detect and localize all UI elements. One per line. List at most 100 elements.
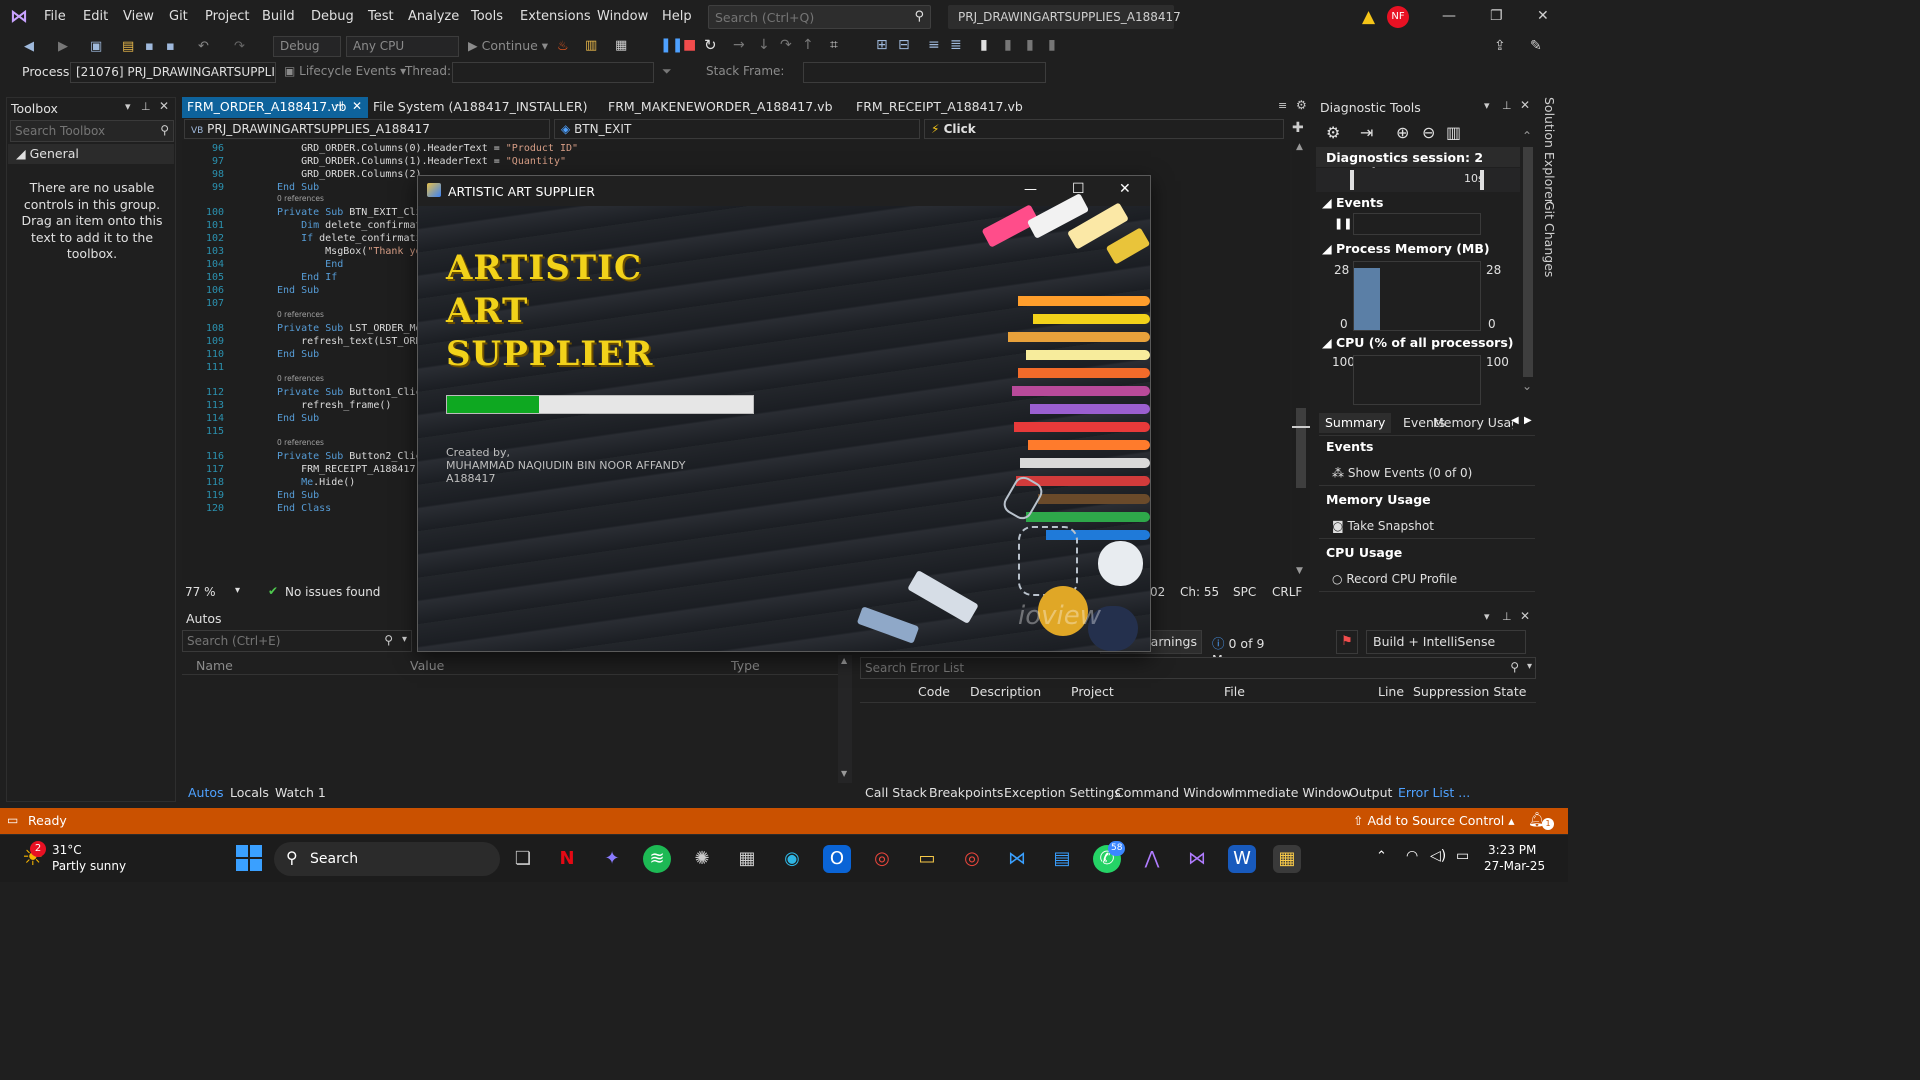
chrome-profile-icon[interactable]: ◎: [958, 845, 986, 873]
thread-dropdown[interactable]: [452, 62, 654, 83]
code-line[interactable]: End Sub: [277, 182, 319, 193]
pin-icon[interactable]: ⊥: [1502, 610, 1512, 623]
close-panel-icon[interactable]: ✕: [159, 99, 169, 113]
chrome-icon[interactable]: ◎: [868, 845, 896, 873]
spotify-icon[interactable]: ≋: [643, 845, 671, 873]
forward-icon[interactable]: ▶: [58, 39, 68, 54]
pause-events-icon[interactable]: ❚❚: [1334, 217, 1352, 230]
menu-analyze[interactable]: Analyze: [408, 9, 459, 24]
column-suppression-state[interactable]: Suppression State: [1413, 684, 1526, 699]
clock-date[interactable]: 27-Mar-25: [1484, 859, 1545, 873]
autos-search-box[interactable]: ⚲ ▾: [182, 630, 412, 652]
share-icon[interactable]: ⇪: [1494, 38, 1506, 54]
menu-tools[interactable]: Tools: [471, 9, 503, 24]
tab-exception-settings[interactable]: Exception Settings: [1004, 785, 1121, 800]
tab-file-system[interactable]: File System (A188417_INSTALLER): [368, 97, 592, 118]
reset-view-icon[interactable]: ▥: [1446, 123, 1461, 142]
weather-temp[interactable]: 31°C: [52, 843, 82, 857]
tab-memory-usage[interactable]: Memory Usag: [1433, 415, 1513, 430]
code-line[interactable]: End Sub: [277, 490, 319, 501]
zoom-level[interactable]: 77 %: [185, 585, 216, 599]
outlook-icon[interactable]: O: [823, 845, 851, 873]
autos-search-input[interactable]: [183, 631, 373, 651]
close-tab-icon[interactable]: ✕: [352, 99, 362, 113]
git-changes-tab[interactable]: Git Changes: [1542, 201, 1557, 277]
restore-icon[interactable]: ❐: [1490, 8, 1503, 24]
menu-window[interactable]: Window: [597, 9, 648, 24]
visual-studio-icon[interactable]: ⋈: [1183, 845, 1211, 873]
copilot-icon[interactable]: ✦: [598, 845, 626, 873]
close-panel-icon[interactable]: ✕: [1520, 609, 1530, 623]
search-icon[interactable]: ⚲: [160, 123, 169, 137]
tab-call-stack[interactable]: Call Stack: [865, 785, 927, 800]
panel-menu-icon[interactable]: ▾: [1484, 99, 1490, 112]
zoom-dropdown-icon[interactable]: ▾: [235, 585, 240, 596]
pin-icon[interactable]: ⊣: [334, 99, 344, 112]
column-code[interactable]: Code: [918, 684, 950, 699]
tab-breakpoints[interactable]: Breakpoints: [929, 785, 1003, 800]
search-icon[interactable]: ⚲: [914, 9, 924, 24]
column-project[interactable]: Project: [1071, 684, 1114, 699]
toolbox-search-input[interactable]: [11, 121, 146, 141]
splash-titlebar[interactable]: ARTISTIC ART SUPPLIER — ☐ ✕: [418, 176, 1150, 206]
code-line[interactable]: GRD_ORDER.Columns(2).: [277, 169, 427, 180]
warning-icon[interactable]: ▲: [1362, 7, 1375, 27]
show-events-link[interactable]: ⁂ Show Events (0 of 0): [1332, 466, 1472, 480]
references-codelens[interactable]: 0 references: [277, 194, 324, 203]
toolbox-search-box[interactable]: ⚲: [10, 120, 174, 142]
record-cpu-button[interactable]: ○ Record CPU Profile: [1332, 572, 1457, 586]
timeline-start-handle[interactable]: [1350, 170, 1354, 190]
uncomment-icon[interactable]: ≣: [950, 37, 962, 53]
visual-studio-logo-icon[interactable]: ⋈: [10, 6, 32, 28]
threads-icon[interactable]: ⊞: [876, 37, 888, 53]
windows-start-icon[interactable]: [236, 845, 262, 871]
messages-filter-button[interactable]: ⓘ 0 of 9 Messages: [1208, 630, 1332, 667]
split-icon[interactable]: ✚: [1292, 120, 1304, 136]
code-line[interactable]: End: [277, 259, 343, 270]
filter-threads-icon[interactable]: ⏷: [662, 64, 672, 79]
build-intellisense-dropdown[interactable]: Build + IntelliSense: [1366, 630, 1526, 654]
screenshot-icon[interactable]: ▦: [615, 38, 627, 53]
scroll-down-icon[interactable]: ▼: [1296, 566, 1303, 576]
minimize-icon[interactable]: —: [1442, 8, 1456, 24]
lifecycle-events-button[interactable]: ▣ Lifecycle Events ▾: [284, 64, 406, 78]
pin-icon[interactable]: ⊥: [1502, 99, 1512, 112]
tab-summary[interactable]: Summary: [1319, 413, 1392, 433]
zoom-out-icon[interactable]: ⊖: [1422, 123, 1435, 142]
scroll-up-icon[interactable]: ⌃: [1522, 129, 1532, 143]
process-dropdown[interactable]: [21076] PRJ_DRAWINGARTSUPPLIE: [70, 62, 276, 83]
close-icon[interactable]: ✕: [1537, 8, 1549, 24]
file-explorer-icon[interactable]: ▭: [913, 845, 941, 873]
tab-frm-makeneworder[interactable]: FRM_MAKENEWORDER_A188417.vb: [603, 97, 838, 118]
parallel-stacks-icon[interactable]: ⊟: [898, 37, 910, 53]
tab-watch-1[interactable]: Watch 1: [275, 785, 326, 800]
next-bookmark-icon[interactable]: ▮: [1026, 37, 1034, 53]
config-dropdown[interactable]: Debug: [273, 36, 341, 57]
references-codelens[interactable]: 0 references: [277, 310, 324, 319]
code-line[interactable]: End Class: [277, 503, 331, 514]
tab-autos[interactable]: Autos: [188, 785, 224, 800]
pin-icon[interactable]: ⊥: [141, 100, 151, 113]
autos-scrollbar[interactable]: ▲ ▼: [838, 655, 852, 783]
clear-bookmarks-icon[interactable]: ▮: [1048, 37, 1056, 53]
mesh-icon[interactable]: ⋀: [1138, 845, 1166, 873]
back-icon[interactable]: ◀: [24, 39, 34, 54]
platform-dropdown[interactable]: Any CPU: [346, 36, 459, 57]
comment-icon[interactable]: ≡: [928, 37, 940, 53]
code-line[interactable]: Dim delete_confirmati: [277, 220, 427, 231]
step-into-icon[interactable]: ↓: [758, 37, 770, 53]
error-search-input[interactable]: [861, 658, 1461, 678]
menu-edit[interactable]: Edit: [83, 9, 108, 24]
menu-file[interactable]: File: [44, 9, 66, 24]
avatar[interactable]: NF: [1387, 6, 1409, 28]
save-all-icon[interactable]: ▪: [166, 39, 175, 54]
event-dropdown[interactable]: ⚡ Click: [924, 119, 1284, 139]
edge-icon[interactable]: ◉: [778, 845, 806, 873]
tab-immediate-window[interactable]: Immediate Window: [1231, 785, 1352, 800]
gear-icon[interactable]: ⚙: [1296, 98, 1307, 112]
code-line[interactable]: GRD_ORDER.Columns(0).HeaderText = "Produ…: [277, 143, 578, 154]
pause-icon[interactable]: ❚❚: [660, 37, 683, 53]
microsoft-store-icon[interactable]: ▦: [733, 845, 761, 873]
line-ending-indicator[interactable]: CRLF: [1272, 585, 1302, 599]
whitespace-indicator[interactable]: SPC: [1233, 585, 1256, 599]
